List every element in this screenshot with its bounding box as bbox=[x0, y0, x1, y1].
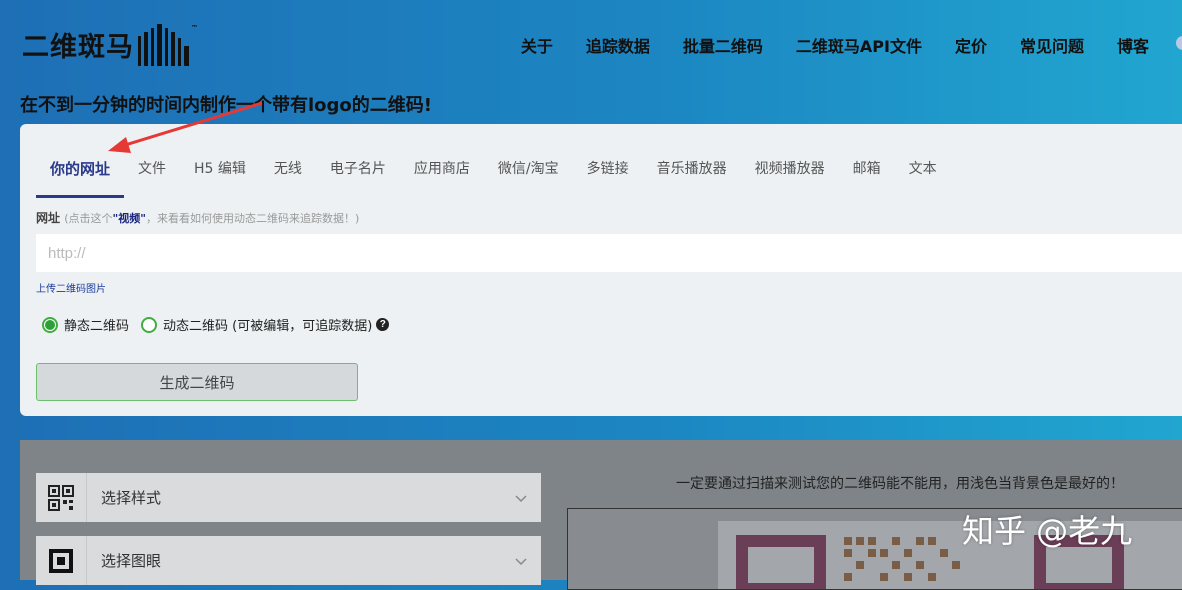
zebra-logo-icon: ™ bbox=[136, 22, 198, 68]
chevron-down-icon bbox=[515, 488, 527, 507]
qr-eye-icon bbox=[36, 536, 87, 585]
tab-email[interactable]: 邮箱 bbox=[839, 158, 895, 198]
logo-text: 二维斑马 bbox=[22, 32, 134, 63]
nav-faq[interactable]: 常见问题 bbox=[1020, 33, 1084, 57]
scan-test-note: 一定要通过扫描来测试您的二维码能不能用，用浅色当背景色是最好的！ bbox=[676, 476, 1124, 492]
accordion-choose-style[interactable]: 选择样式 bbox=[36, 473, 541, 522]
tab-video-player[interactable]: 视频播放器 bbox=[741, 158, 839, 198]
nav-about[interactable]: 关于 bbox=[521, 33, 553, 57]
page-tagline: 在不到一分钟的时间内制作一个带有logo的二维码! bbox=[20, 95, 432, 116]
static-qr-radio[interactable] bbox=[42, 316, 58, 333]
url-hint-prefix: (点击这个 bbox=[64, 212, 113, 225]
video-hint-link[interactable]: "视频" bbox=[113, 212, 146, 225]
main-nav: 关于 追踪数据 批量二维码 二维斑马API文件 定价 常见问题 博客 bbox=[521, 33, 1182, 57]
tab-file[interactable]: 文件 bbox=[124, 158, 180, 198]
nav-blog[interactable]: 博客 bbox=[1117, 33, 1149, 57]
tab-your-url[interactable]: 你的网址 bbox=[36, 158, 125, 198]
generate-qr-button[interactable]: 生成二维码 bbox=[36, 363, 358, 401]
nav-api-docs[interactable]: 二维斑马API文件 bbox=[796, 33, 922, 57]
help-icon[interactable]: ? bbox=[376, 318, 390, 331]
url-field-label: 网址 (点击这个"视频"，来看看如何使用动态二维码来追踪数据！) bbox=[36, 209, 359, 226]
upload-qr-image-link[interactable]: 上传二维码图片 bbox=[36, 280, 106, 295]
url-hint-suffix: ，来看看如何使用动态二维码来追踪数据！) bbox=[145, 212, 360, 225]
accordion-label: 选择样式 bbox=[101, 489, 162, 507]
tab-vcard[interactable]: 电子名片 bbox=[316, 158, 400, 198]
tab-wechat-taobao[interactable]: 微信/淘宝 bbox=[484, 158, 573, 198]
watermark: 知乎 @老九 bbox=[962, 512, 1133, 550]
logo[interactable]: 二维斑马 ™ bbox=[22, 20, 198, 68]
tab-multi-link[interactable]: 多链接 bbox=[573, 158, 643, 198]
accordion-label: 选择图眼 bbox=[101, 552, 162, 570]
static-qr-label[interactable]: 静态二维码 bbox=[64, 315, 129, 334]
tab-h5-editor[interactable]: H5 编辑 bbox=[180, 158, 260, 198]
qr-eye-marker bbox=[736, 535, 826, 589]
tab-text[interactable]: 文本 bbox=[895, 158, 951, 198]
nav-bulk-qr[interactable]: 批量二维码 bbox=[683, 33, 763, 57]
accordion-choose-eye[interactable]: 选择图眼 bbox=[36, 536, 541, 585]
tab-music-player[interactable]: 音乐播放器 bbox=[643, 158, 741, 198]
content-type-tabs: 你的网址 文件 H5 编辑 无线 电子名片 应用商店 微信/淘宝 多链接 音乐播… bbox=[36, 158, 951, 198]
tab-app-store[interactable]: 应用商店 bbox=[400, 158, 484, 198]
nav-tracking-data[interactable]: 追踪数据 bbox=[586, 33, 650, 57]
url-input[interactable] bbox=[36, 234, 1182, 272]
qr-generator-card: 你的网址 文件 H5 编辑 无线 电子名片 应用商店 微信/淘宝 多链接 音乐播… bbox=[20, 124, 1182, 416]
qr-type-radio-group: 静态二维码 动态二维码 (可被编辑，可追踪数据) ? bbox=[42, 315, 390, 334]
url-hint: (点击这个"视频"，来看看如何使用动态二维码来追踪数据！) bbox=[64, 212, 359, 225]
dynamic-qr-label[interactable]: 动态二维码 (可被编辑，可追踪数据) bbox=[163, 315, 372, 334]
nav-pricing[interactable]: 定价 bbox=[955, 33, 987, 57]
chevron-down-icon bbox=[515, 551, 527, 570]
url-label-text: 网址 bbox=[36, 211, 61, 225]
dynamic-qr-radio[interactable] bbox=[141, 316, 158, 333]
trademark-mark: ™ bbox=[191, 24, 198, 32]
qr-code-icon bbox=[36, 473, 87, 522]
tab-wifi[interactable]: 无线 bbox=[260, 158, 316, 198]
